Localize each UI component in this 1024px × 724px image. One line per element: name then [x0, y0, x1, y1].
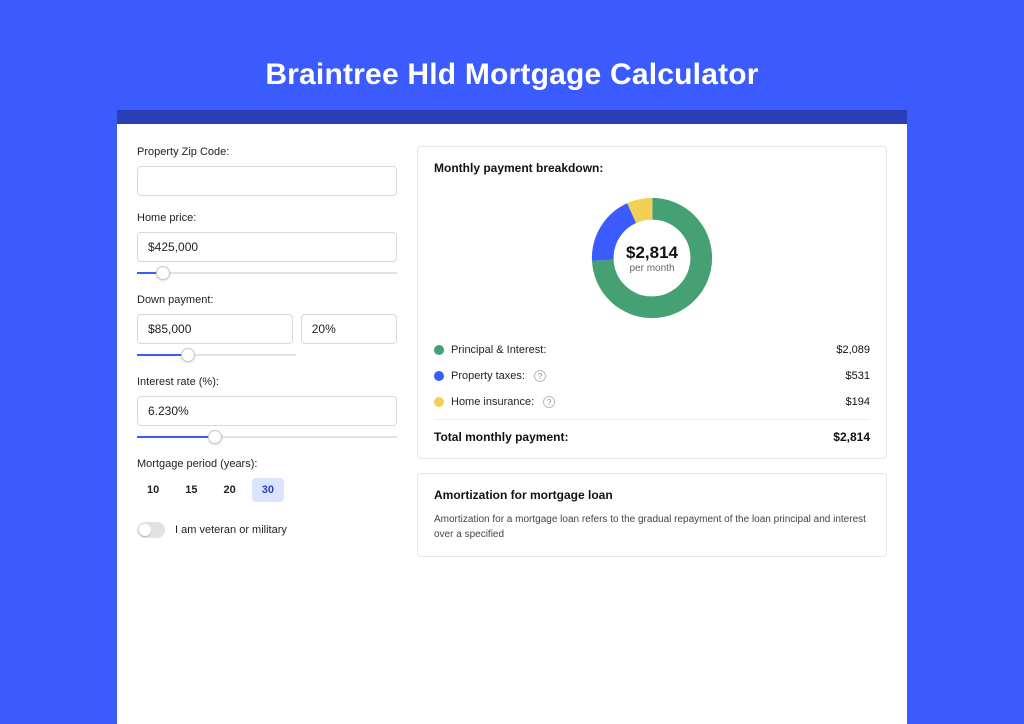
period-btn-10[interactable]: 10 — [137, 478, 169, 502]
home-price-input[interactable] — [137, 232, 397, 262]
down-payment-pct-input[interactable] — [301, 314, 397, 344]
legend-dot-icon — [434, 397, 444, 407]
total-value: $2,814 — [833, 430, 870, 444]
total-label: Total monthly payment: — [434, 430, 568, 444]
legend-label: Principal & Interest: — [451, 344, 546, 356]
zip-input[interactable] — [137, 166, 397, 196]
veteran-toggle[interactable] — [137, 522, 165, 538]
amortization-text: Amortization for a mortgage loan refers … — [434, 512, 870, 542]
help-icon[interactable]: ? — [543, 396, 555, 408]
period-btn-15[interactable]: 15 — [175, 478, 207, 502]
legend-row-insurance: Home insurance: ? $194 — [434, 389, 870, 415]
donut-center-sub: per month — [629, 263, 674, 274]
amortization-title: Amortization for mortgage loan — [434, 488, 870, 502]
down-payment-input[interactable] — [137, 314, 293, 344]
down-payment-slider[interactable] — [137, 350, 296, 362]
home-price-label: Home price: — [137, 212, 397, 224]
period-btn-30[interactable]: 30 — [252, 478, 284, 502]
legend-dot-icon — [434, 345, 444, 355]
period-label: Mortgage period (years): — [137, 458, 397, 470]
donut-center-value: $2,814 — [626, 243, 678, 263]
zip-label: Property Zip Code: — [137, 146, 397, 158]
page-title: Braintree Hld Mortgage Calculator — [0, 0, 1024, 110]
legend-label: Property taxes: — [451, 370, 525, 382]
breakdown-donut-chart: $2,814 per month — [587, 193, 717, 323]
breakdown-title: Monthly payment breakdown: — [434, 161, 870, 175]
help-icon[interactable]: ? — [534, 370, 546, 382]
legend-value: $2,089 — [836, 344, 870, 356]
amortization-panel: Amortization for mortgage loan Amortizat… — [417, 473, 887, 557]
veteran-label: I am veteran or military — [175, 524, 287, 536]
legend-dot-icon — [434, 371, 444, 381]
interest-label: Interest rate (%): — [137, 376, 397, 388]
results-column: Monthly payment breakdown: $2,814 per mo… — [397, 146, 887, 724]
inputs-column: Property Zip Code: Home price: Down paym… — [137, 146, 397, 724]
period-buttons: 10 15 20 30 — [137, 478, 397, 502]
breakdown-panel: Monthly payment breakdown: $2,814 per mo… — [417, 146, 887, 459]
legend-row-taxes: Property taxes: ? $531 — [434, 363, 870, 389]
interest-input[interactable] — [137, 396, 397, 426]
calculator-card: Property Zip Code: Home price: Down paym… — [117, 124, 907, 724]
down-payment-label: Down payment: — [137, 294, 397, 306]
legend-label: Home insurance: — [451, 396, 534, 408]
header-accent-strip — [117, 110, 907, 124]
legend-row-principal: Principal & Interest: $2,089 — [434, 337, 870, 363]
home-price-slider[interactable] — [137, 268, 397, 280]
period-btn-20[interactable]: 20 — [214, 478, 246, 502]
legend-value: $531 — [846, 370, 870, 382]
interest-slider[interactable] — [137, 432, 397, 444]
legend-value: $194 — [846, 396, 870, 408]
